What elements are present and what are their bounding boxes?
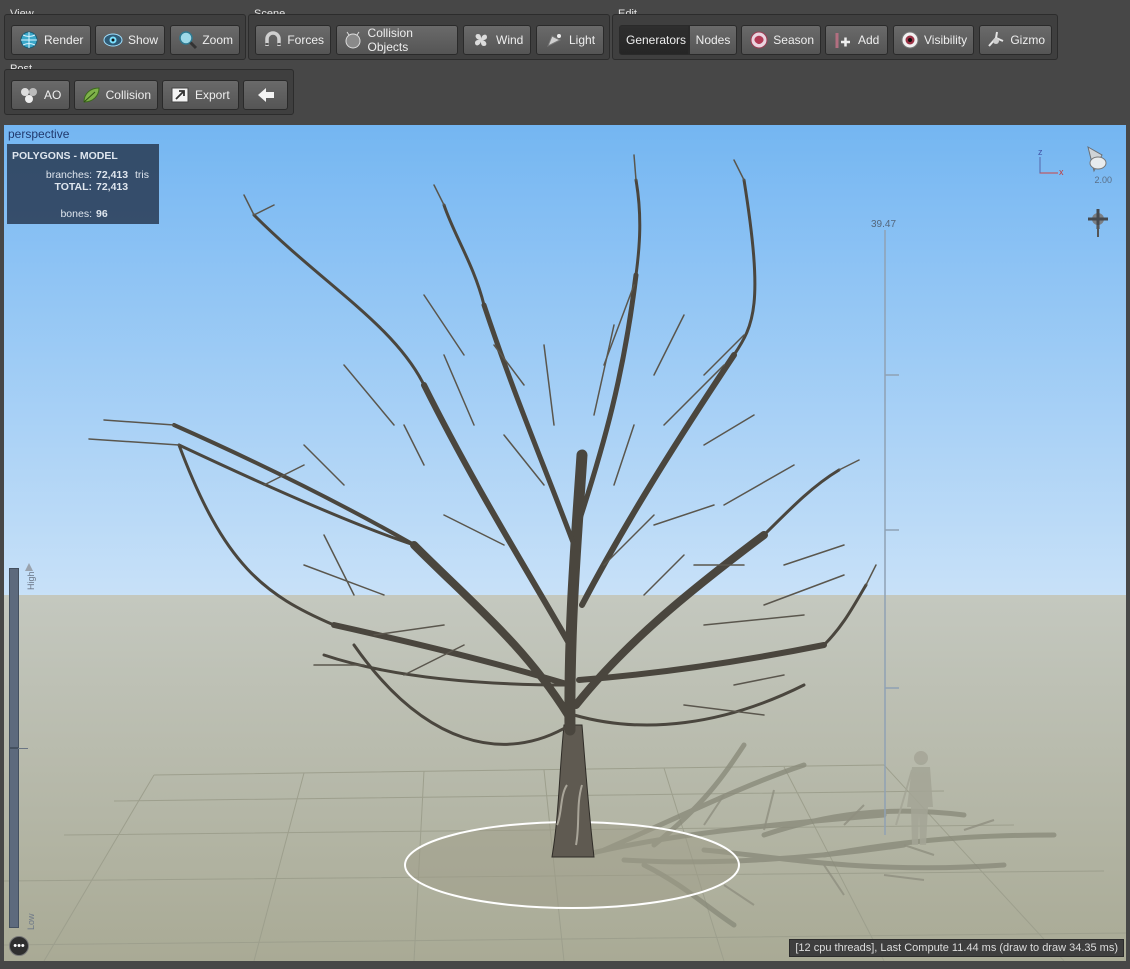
back-button[interactable] [243, 80, 288, 110]
scene-canvas[interactable] [4, 125, 1126, 961]
app-window: View Render Show Zoom Scene Forces [0, 0, 1130, 969]
export-label: Export [195, 88, 230, 102]
export-button[interactable]: Export [162, 80, 239, 110]
visibility-button[interactable]: Visibility [893, 25, 974, 55]
total-label: TOTAL: [54, 181, 92, 193]
season-label: Season [773, 33, 814, 47]
show-button[interactable]: Show [95, 25, 165, 55]
branches-value: 72,413 [96, 169, 129, 181]
bones-label: bones: [60, 208, 92, 220]
gizmo-label: Gizmo [1010, 33, 1045, 47]
season-icon [748, 29, 769, 51]
leaf-icon [81, 84, 102, 106]
more-options-button[interactable]: ••• [9, 936, 29, 956]
post-group: AO Collision Export [4, 69, 294, 115]
eye-icon [102, 29, 124, 51]
lod-low-bar[interactable] [9, 748, 19, 928]
lamp-icon [543, 29, 565, 51]
magnifier-icon [177, 29, 198, 51]
polygon-stats-panel: POLYGONS - MODEL branches: 72,413 tris T… [7, 144, 159, 224]
gizmo-button[interactable]: Gizmo [979, 25, 1052, 55]
lod-low-label: Low [26, 913, 36, 930]
axis-z-label: z [1038, 147, 1043, 157]
lod-slider-tick [18, 748, 28, 749]
forces-button[interactable]: Forces [255, 25, 331, 55]
gizmo-icon [986, 29, 1006, 51]
export-icon [169, 84, 191, 106]
add-label: Add [858, 33, 880, 47]
globe-icon [18, 29, 40, 51]
spheres-icon [18, 84, 40, 106]
lod-slider-handle-top[interactable] [25, 563, 33, 571]
tree-height-value: 39.47 [871, 219, 897, 230]
arrow-left-icon [255, 84, 277, 106]
generators-tab[interactable]: Generators [619, 25, 689, 55]
lod-high-bar[interactable] [9, 568, 19, 748]
view-group: Render Show Zoom [4, 14, 246, 60]
ao-label: AO [44, 88, 62, 102]
light-button[interactable]: Light [536, 25, 604, 55]
zoom-label: Zoom [202, 33, 233, 47]
axis-x-label: x [1059, 167, 1064, 177]
fan-icon [470, 29, 492, 51]
visibility-label: Visibility [924, 33, 968, 47]
nodes-label: Nodes [695, 33, 731, 47]
branches-label: branches: [45, 169, 92, 181]
add-button[interactable]: Add [825, 25, 888, 55]
viewport-label: perspective [8, 127, 70, 141]
render-label: Render [44, 33, 84, 47]
light-label: Light [569, 33, 596, 47]
generators-label: Generators [626, 33, 687, 47]
collision-objects-button[interactable]: Collision Objects [336, 25, 458, 55]
zoom-button[interactable]: Zoom [170, 25, 240, 55]
status-bar: [12 cpu threads], Last Compute 11.44 ms … [789, 939, 1124, 957]
nodes-tab[interactable]: Nodes [689, 25, 737, 55]
magnet-icon [262, 29, 283, 51]
light-intensity-value: 2.00 [1094, 175, 1112, 185]
season-button[interactable]: Season [741, 25, 821, 55]
total-value: 72,413 [96, 181, 129, 193]
stats-title: POLYGONS - MODEL [12, 150, 118, 162]
collision-button[interactable]: Collision [74, 80, 158, 110]
add-icon [832, 29, 854, 51]
forces-label: Forces [287, 33, 324, 47]
wind-button[interactable]: Wind [463, 25, 531, 55]
wind-fan-icon[interactable] [1084, 205, 1112, 244]
lod-high-label: High [26, 571, 36, 590]
edit-group: Generators Nodes Season Add Visibility G… [612, 14, 1058, 60]
viewport-perspective[interactable]: perspective POLYGONS - MODEL branches: 7… [4, 125, 1126, 961]
wind-label: Wind [496, 33, 524, 47]
show-label: Show [127, 33, 158, 47]
collision-objects-label: Collision Objects [367, 26, 413, 54]
sphere-icon [343, 29, 364, 51]
branches-unit: tris [135, 169, 149, 181]
eyeball-icon [900, 29, 920, 51]
render-button[interactable]: Render [11, 25, 91, 55]
collision-label: Collision [105, 88, 151, 102]
scene-group: Forces Collision Objects Wind Light [248, 14, 610, 60]
bones-value: 96 [96, 208, 108, 220]
ao-button[interactable]: AO [11, 80, 70, 110]
